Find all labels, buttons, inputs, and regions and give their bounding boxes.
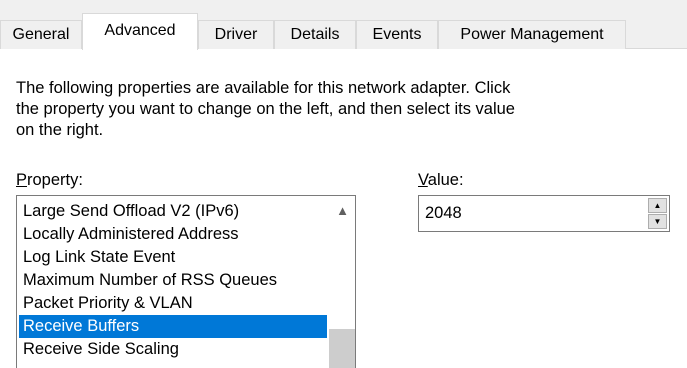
value-spinner[interactable]: 2048 ▲ ▼ bbox=[418, 195, 670, 232]
value-label: Value: bbox=[418, 170, 464, 190]
scroll-thumb[interactable] bbox=[329, 329, 355, 368]
tab-general[interactable]: General bbox=[0, 20, 82, 49]
value-label-mnemonic: V bbox=[418, 171, 428, 189]
description-line: The following properties are available f… bbox=[16, 79, 511, 97]
list-item[interactable]: Large Send Offload V2 (IPv6) bbox=[19, 200, 327, 223]
list-item[interactable]: Packet Priority & VLAN bbox=[19, 292, 327, 315]
list-item[interactable]: Log Link State Event bbox=[19, 246, 327, 269]
tab-strip: General Advanced Driver Details Events P… bbox=[0, 0, 687, 50]
tab-driver[interactable]: Driver bbox=[198, 20, 274, 49]
list-item-selected[interactable]: Receive Buffers bbox=[19, 315, 327, 338]
spin-down-arrow-icon[interactable]: ▼ bbox=[648, 214, 667, 229]
tab-advanced[interactable]: Advanced bbox=[82, 13, 198, 50]
list-item[interactable]: Receive Side Scaling bbox=[19, 338, 327, 361]
property-list-scrollbar[interactable]: ▲ bbox=[329, 196, 355, 368]
scroll-up-arrow-icon[interactable]: ▲ bbox=[329, 196, 355, 223]
spin-up-arrow-icon[interactable]: ▲ bbox=[648, 198, 667, 213]
network-adapter-properties: General Advanced Driver Details Events P… bbox=[0, 0, 687, 368]
property-label-mnemonic: P bbox=[16, 171, 28, 189]
tab-events[interactable]: Events bbox=[356, 20, 438, 49]
tab-power-management[interactable]: Power Management bbox=[438, 20, 626, 49]
list-item[interactable]: Locally Administered Address bbox=[19, 223, 327, 246]
description-line: the property you want to change on the l… bbox=[16, 100, 515, 118]
description-text: The following properties are available f… bbox=[16, 78, 616, 141]
list-item[interactable]: Maximum Number of RSS Queues bbox=[19, 269, 327, 292]
property-label: Property: bbox=[16, 170, 83, 190]
property-list[interactable]: Large Send Offload V2 (IPv6) Locally Adm… bbox=[16, 195, 356, 368]
tab-details[interactable]: Details bbox=[274, 20, 356, 49]
value-input[interactable]: 2048 bbox=[425, 196, 462, 231]
property-label-text: roperty: bbox=[27, 171, 83, 189]
value-label-text: alue: bbox=[427, 171, 464, 189]
description-line: on the right. bbox=[16, 121, 104, 139]
spinner-buttons: ▲ ▼ bbox=[648, 198, 667, 229]
